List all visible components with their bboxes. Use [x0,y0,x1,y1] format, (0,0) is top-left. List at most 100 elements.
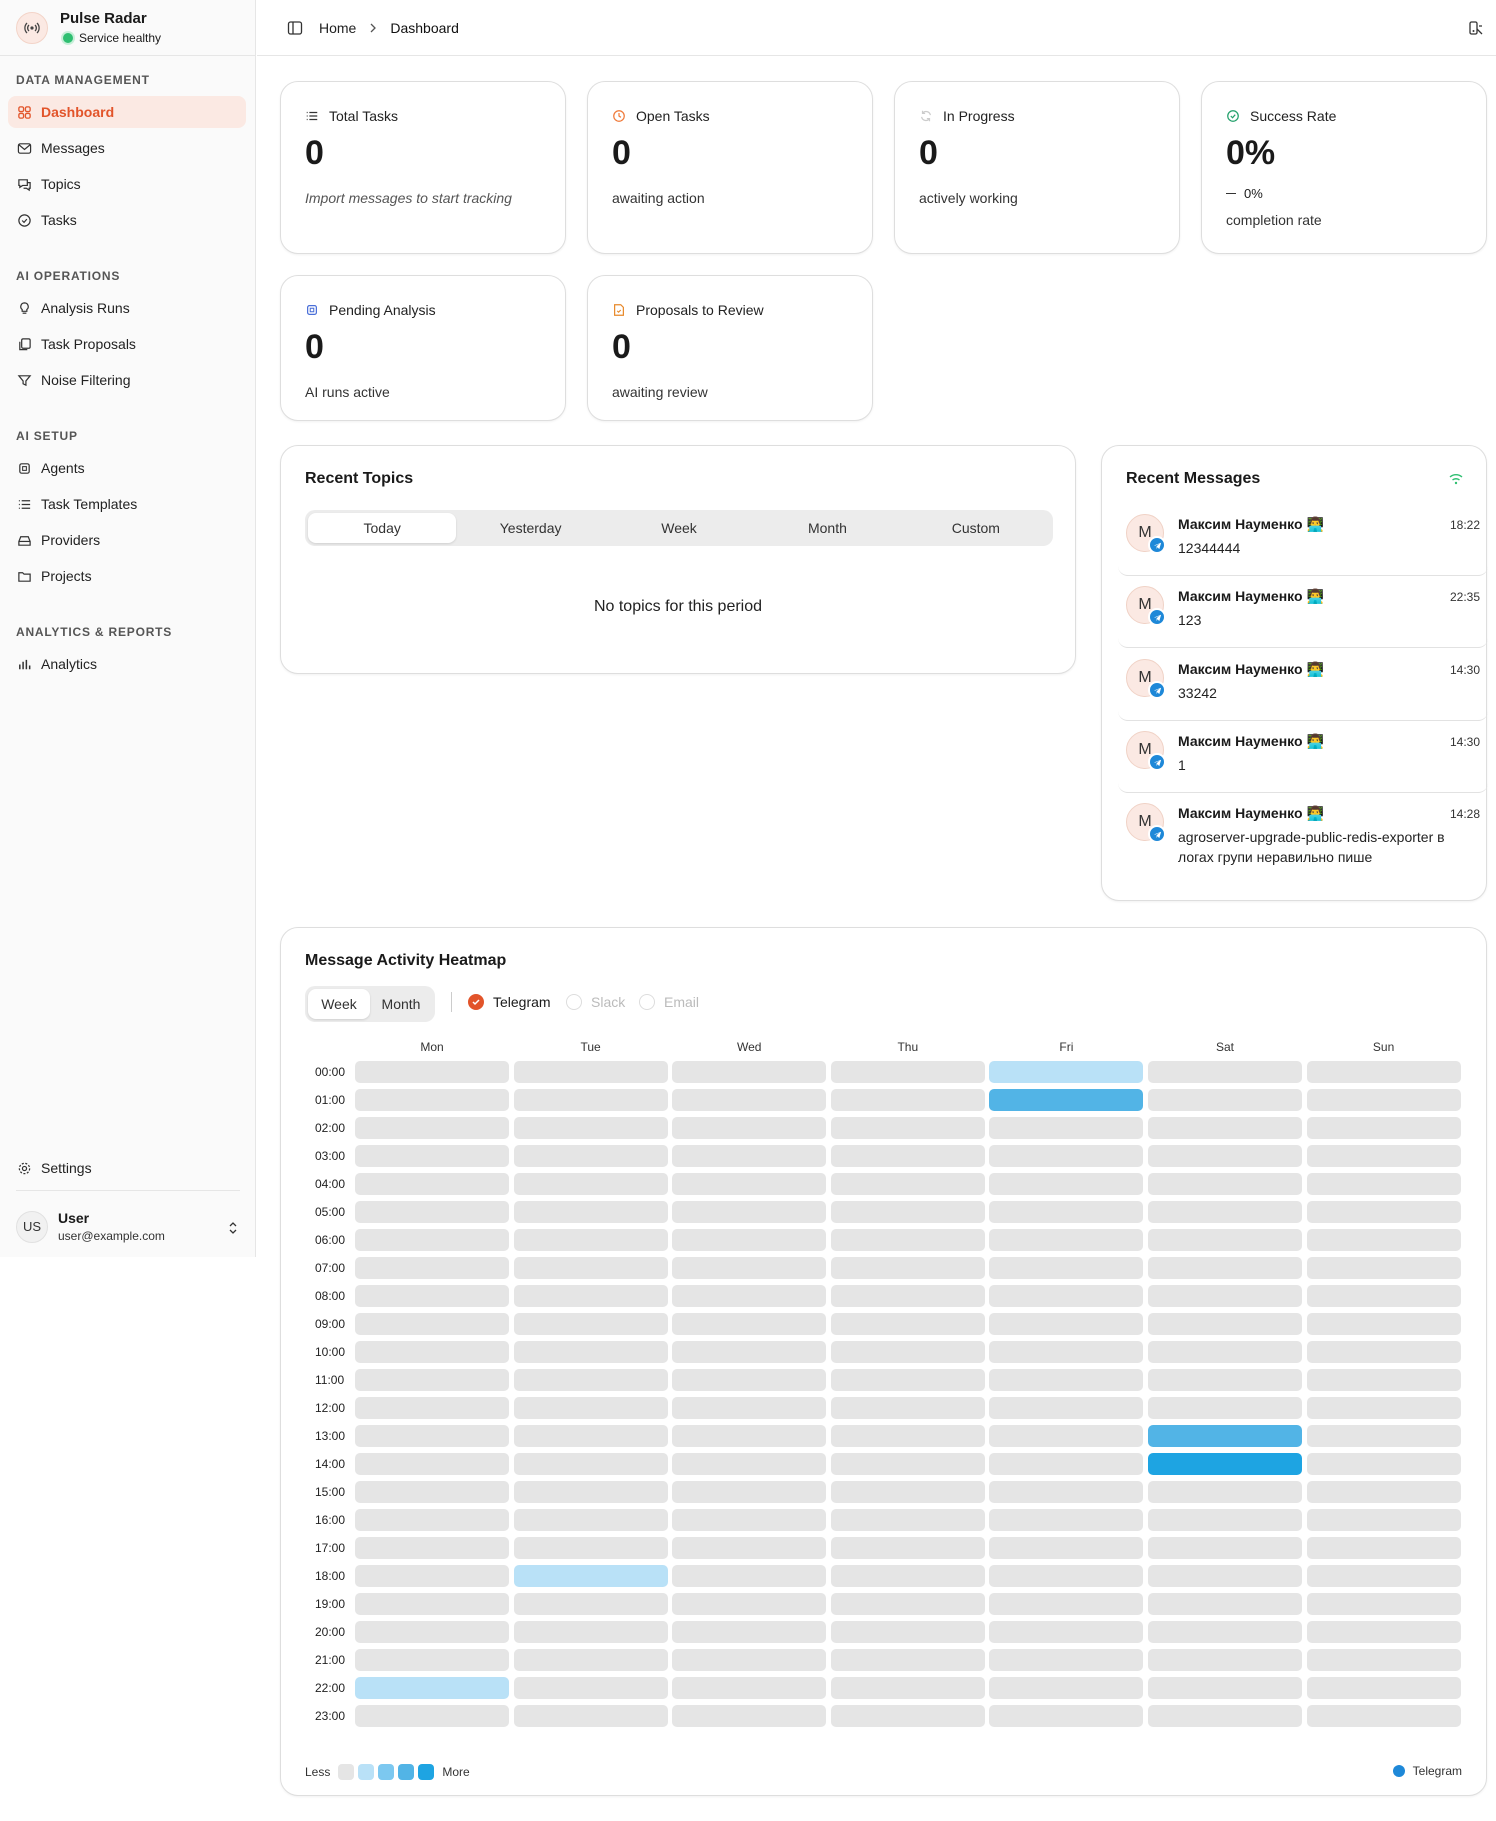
sidebar-item-analysis-runs[interactable]: Analysis Runs [8,292,246,324]
heatmap-cell[interactable] [1148,1173,1302,1195]
heatmap-cell[interactable] [355,1369,509,1391]
heatmap-cell[interactable] [830,1677,985,1699]
heatmap-cell[interactable] [355,1061,509,1083]
heatmap-cell[interactable] [513,1705,668,1727]
heatmap-cell[interactable] [513,1229,668,1251]
heatmap-cell[interactable] [830,1313,985,1335]
heatmap-cell[interactable] [1306,1341,1461,1363]
heatmap-cell[interactable] [1148,1061,1302,1083]
heatmap-cell[interactable] [355,1285,509,1307]
heatmap-cell[interactable] [355,1481,509,1503]
heatmap-cell[interactable] [672,1481,827,1503]
heatmap-cell[interactable] [1306,1621,1461,1643]
heatmap-cell[interactable] [513,1453,668,1475]
heatmap-cell[interactable] [989,1145,1144,1167]
heatmap-cell[interactable] [989,1621,1144,1643]
heatmap-cell[interactable] [989,1341,1144,1363]
heatmap-cell[interactable] [355,1593,509,1615]
heatmap-cell[interactable] [355,1257,509,1279]
heatmap-cell[interactable] [513,1509,668,1531]
heatmap-cell[interactable] [830,1117,985,1139]
heatmap-cell[interactable] [355,1397,509,1419]
heatmap-cell[interactable] [989,1565,1144,1587]
heatmap-cell[interactable] [830,1229,985,1251]
heatmap-cell[interactable] [1148,1677,1302,1699]
user-menu[interactable]: US User user@example.com [16,1190,240,1262]
sidebar-item-tasks[interactable]: Tasks [8,204,246,236]
heatmap-cell[interactable] [672,1397,827,1419]
heatmap-cell[interactable] [672,1145,827,1167]
heatmap-cell[interactable] [513,1649,668,1671]
sidebar-item-noise-filtering[interactable]: Noise Filtering [8,364,246,396]
heatmap-cell[interactable] [830,1257,985,1279]
heatmap-cell[interactable] [355,1173,509,1195]
heatmap-cell[interactable] [513,1061,668,1083]
heatmap-cell[interactable] [355,1509,509,1531]
source-telegram-checkbox[interactable]: Telegram [468,994,551,1010]
heatmap-cell[interactable] [830,1369,985,1391]
heatmap-cell[interactable] [830,1425,985,1447]
heatmap-cell[interactable] [830,1397,985,1419]
theme-toggle-icon[interactable] [1468,20,1484,36]
heatmap-cell[interactable] [989,1677,1144,1699]
heatmap-cell[interactable] [672,1229,827,1251]
heatmap-cell[interactable] [989,1201,1144,1223]
heatmap-cell[interactable] [672,1061,827,1083]
heatmap-cell[interactable] [989,1285,1144,1307]
heatmap-cell[interactable] [1306,1061,1461,1083]
heatmap-cell[interactable] [672,1285,827,1307]
heatmap-cell[interactable] [672,1313,827,1335]
heatmap-cell[interactable] [989,1705,1144,1727]
heatmap-cell[interactable] [672,1565,827,1587]
heatmap-cell[interactable] [830,1089,985,1111]
heatmap-cell[interactable] [1306,1649,1461,1671]
heatmap-cell[interactable] [989,1481,1144,1503]
heatmap-cell[interactable] [355,1089,509,1111]
heatmap-cell[interactable] [355,1201,509,1223]
heatmap-cell[interactable] [1148,1565,1302,1587]
heatmap-cell[interactable] [989,1397,1144,1419]
heatmap-cell[interactable] [1148,1593,1302,1615]
heatmap-cell[interactable] [830,1621,985,1643]
heatmap-cell[interactable] [1306,1565,1461,1587]
heatmap-cell[interactable] [1148,1229,1302,1251]
heatmap-cell[interactable] [355,1537,509,1559]
heatmap-cell[interactable] [830,1145,985,1167]
tab-month[interactable]: Month [370,989,432,1019]
heatmap-cell[interactable] [830,1593,985,1615]
heatmap-cell[interactable] [1148,1257,1302,1279]
heatmap-cell[interactable] [1148,1397,1302,1419]
heatmap-cell[interactable] [513,1537,668,1559]
heatmap-cell[interactable] [1148,1145,1302,1167]
heatmap-cell[interactable] [1306,1677,1461,1699]
heatmap-cell[interactable] [672,1257,827,1279]
heatmap-cell[interactable] [672,1537,827,1559]
sidebar-item-task-proposals[interactable]: Task Proposals [8,328,246,360]
heatmap-cell[interactable] [1306,1509,1461,1531]
heatmap-cell[interactable] [513,1593,668,1615]
heatmap-cell[interactable] [672,1677,827,1699]
heatmap-cell[interactable] [672,1341,827,1363]
heatmap-cell[interactable] [1306,1257,1461,1279]
heatmap-cell[interactable] [830,1201,985,1223]
heatmap-cell[interactable] [513,1565,668,1587]
heatmap-cell[interactable] [1306,1481,1461,1503]
brand[interactable]: Pulse Radar Service healthy [0,0,255,56]
heatmap-cell[interactable] [513,1257,668,1279]
sidebar-item-projects[interactable]: Projects [8,560,246,592]
heatmap-cell[interactable] [672,1509,827,1531]
heatmap-cell[interactable] [1306,1369,1461,1391]
heatmap-cell[interactable] [989,1593,1144,1615]
heatmap-cell[interactable] [1148,1285,1302,1307]
source-email-checkbox[interactable]: Email [639,994,699,1010]
sidebar-item-topics[interactable]: Topics [8,168,246,200]
heatmap-cell[interactable] [1306,1397,1461,1419]
heatmap-cell[interactable] [1148,1481,1302,1503]
heatmap-cell[interactable] [1148,1453,1302,1475]
heatmap-cell[interactable] [513,1397,668,1419]
heatmap-cell[interactable] [830,1285,985,1307]
tab-today[interactable]: Today [308,513,457,543]
sidebar-toggle-icon[interactable] [287,20,303,36]
tab-yesterday[interactable]: Yesterday [456,513,604,543]
breadcrumb-home[interactable]: Home [319,20,356,36]
